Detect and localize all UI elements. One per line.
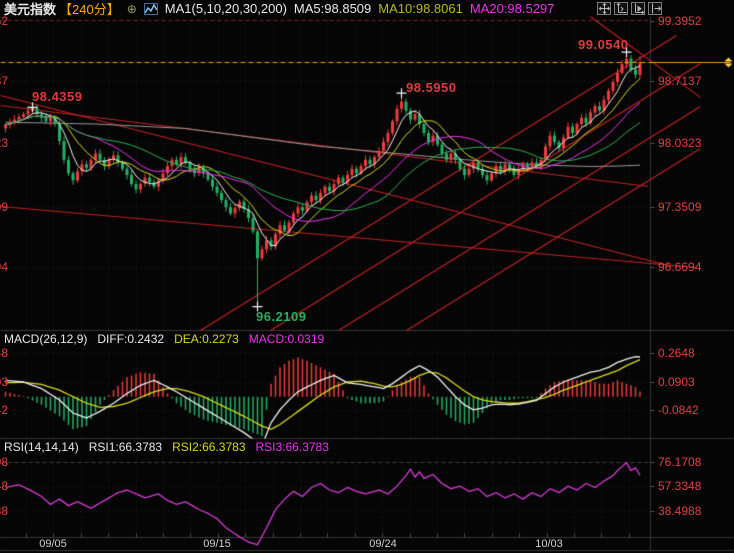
macd-axis-label: 0.2648 — [658, 346, 695, 360]
macd-axis-label-left: 0.0903 — [0, 375, 8, 389]
rsi-axis-label: 57.3348 — [658, 479, 702, 493]
macd-macd-value: MACD:0.0319 — [248, 332, 325, 346]
chart-header: 美元指数 【240分】 ⊕ MA1(5,10,20,30,200) MA5:98… — [4, 0, 554, 17]
price-annotation-low: 96.2109 — [256, 309, 307, 324]
rsi1-value: RSI1:66.3783 — [88, 440, 163, 454]
macd-axis-label-left: 0.2648 — [0, 346, 8, 360]
price-annotation-high: 98.4359 — [32, 89, 83, 104]
y-axis-scale-icon[interactable] — [614, 2, 628, 15]
rsi-axis-label-left: 76.1708 — [0, 455, 8, 469]
date-axis-label: 09/24 — [369, 538, 397, 550]
price-axis-label: 98.7137 — [658, 74, 702, 88]
symbol-title: 美元指数 — [4, 2, 57, 17]
x-axis-scale-icon[interactable] — [631, 2, 645, 15]
date-axis-label: 10/03 — [535, 538, 563, 550]
macd-dea-value: DEA:0.2273 — [174, 332, 239, 346]
rsi-axis-label: 76.1708 — [658, 455, 702, 469]
price-annotation-high: 98.5950 — [406, 80, 457, 95]
price-axis-label-left: 98.7137 — [0, 74, 8, 88]
chart-type-icon[interactable] — [143, 2, 158, 15]
trading-chart-window: { "header": { "symbol": "美元指数", "period"… — [0, 0, 734, 553]
price-axis-label: 97.3509 — [658, 200, 702, 214]
price-axis-label: 98.0323 — [658, 136, 702, 150]
period-selector[interactable]: 【240分】 — [59, 0, 120, 18]
rsi-title[interactable]: RSI(14,14,14) — [4, 440, 79, 454]
ma10-value: MA10:98.8061 — [378, 1, 463, 16]
chart-toolbar — [597, 2, 662, 15]
rsi2-value: RSI2:66.3783 — [172, 440, 246, 454]
rsi-axis-label-left: 38.4988 — [0, 504, 8, 518]
price-annotation-high: 99.0540 — [578, 37, 629, 52]
macd-axis-label-left: -0.0842 — [0, 403, 8, 417]
ma20-value: MA20:98.5297 — [469, 1, 555, 16]
macd-diff-value: DIFF:0.2432 — [97, 332, 165, 346]
date-axis-label: 09/15 — [203, 538, 231, 550]
rsi-axis-label-left: 57.3348 — [0, 479, 8, 493]
pan-tool-icon[interactable] — [597, 2, 611, 15]
rsi-axis-label: 38.4988 — [658, 504, 702, 518]
macd-axis-label: -0.0842 — [658, 403, 699, 417]
price-chart-canvas[interactable] — [0, 0, 734, 553]
price-axis-label: 99.3952 — [658, 14, 702, 28]
macd-title[interactable]: MACD(26,12,9) — [4, 332, 87, 346]
rsi-header: RSI(14,14,14) RSI1:66.3783 RSI2:66.3783 … — [4, 439, 329, 455]
macd-header: MACD(26,12,9) DIFF:0.2432 DEA:0.2273 MAC… — [4, 331, 324, 347]
price-axis-label: 96.6694 — [658, 260, 702, 274]
macd-axis-label: 0.0903 — [658, 375, 695, 389]
date-axis-label: 09/05 — [39, 538, 67, 550]
ma5-value: MA5:98.8509 — [293, 1, 372, 16]
add-indicator-icon[interactable]: ⊕ — [127, 2, 137, 16]
ma-settings-label: MA1(5,10,20,30,200) — [164, 1, 287, 16]
rsi3-value: RSI3:66.3783 — [255, 440, 329, 454]
price-axis-label-left: 96.6694 — [0, 260, 8, 274]
price-axis-label-left: 98.0323 — [0, 136, 8, 150]
price-axis-label-left: 97.3509 — [0, 200, 8, 214]
collapse-panel-icon[interactable] — [648, 2, 662, 15]
